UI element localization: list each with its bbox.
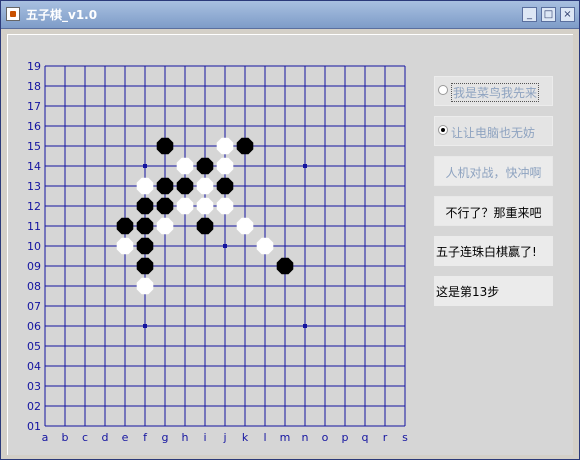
row-label: 05 xyxy=(27,340,41,353)
column-label: c xyxy=(82,431,88,444)
start-game-label: 人机对战，快冲啊 xyxy=(445,166,542,180)
window-title: 五子棋_v1.0 xyxy=(26,8,98,22)
star-point xyxy=(143,164,147,168)
white-stone xyxy=(216,137,234,155)
column-label: e xyxy=(122,431,129,444)
column-label: l xyxy=(263,431,266,444)
black-stone xyxy=(136,217,154,235)
star-point xyxy=(303,164,307,168)
row-label: 18 xyxy=(27,80,41,93)
row-label: 03 xyxy=(27,380,41,393)
black-stone xyxy=(276,257,294,275)
white-stone xyxy=(176,197,194,215)
black-stone xyxy=(136,237,154,255)
row-label: 17 xyxy=(27,100,41,113)
title-bar[interactable]: 五子棋_v1.0 _ □ × xyxy=(1,1,579,29)
column-label: r xyxy=(383,431,388,444)
radio-player-first[interactable]: 我是菜鸟我先来 xyxy=(434,76,553,106)
row-label: 12 xyxy=(27,200,41,213)
column-label: a xyxy=(42,431,49,444)
column-label: o xyxy=(322,431,329,444)
column-label: h xyxy=(182,431,189,444)
row-label: 19 xyxy=(27,60,41,73)
java-app-icon xyxy=(6,7,20,21)
row-label: 01 xyxy=(27,420,41,433)
radio-button-icon xyxy=(438,85,448,95)
white-stone xyxy=(196,197,214,215)
black-stone xyxy=(136,257,154,275)
black-stone xyxy=(156,177,174,195)
game-result-text: 五子连珠白棋赢了! xyxy=(434,236,553,266)
row-label: 07 xyxy=(27,300,41,313)
column-label: s xyxy=(402,431,408,444)
column-label: k xyxy=(242,431,249,444)
white-stone xyxy=(256,237,274,255)
radio-computer-first[interactable]: 让让电脑也无妨 xyxy=(434,116,553,146)
column-label: i xyxy=(203,431,206,444)
black-stone xyxy=(156,137,174,155)
column-label: g xyxy=(162,431,169,444)
black-stone xyxy=(136,197,154,215)
row-label: 11 xyxy=(27,220,41,233)
black-stone xyxy=(156,197,174,215)
white-stone xyxy=(136,177,154,195)
star-point xyxy=(303,324,307,328)
star-point xyxy=(143,324,147,328)
black-stone xyxy=(196,157,214,175)
radio-computer-first-label: 让让电脑也无妨 xyxy=(451,126,536,140)
radio-player-first-label: 我是菜鸟我先来 xyxy=(451,83,540,102)
white-stone xyxy=(156,217,174,235)
app-window: 五子棋_v1.0 _ □ × 19 18 17 16 15 14 13 12 11 10 09 08 0… xyxy=(0,0,580,460)
restart-label: 不行了？那重来吧 xyxy=(445,206,542,220)
gomoku-board[interactable]: 19 18 17 16 15 14 13 12 11 10 09 08 07 06 05 04 03 02 01a b… xyxy=(1,29,431,449)
white-stone xyxy=(176,157,194,175)
row-label: 13 xyxy=(27,180,41,193)
maximize-button[interactable]: □ xyxy=(541,7,556,22)
white-stone xyxy=(216,157,234,175)
row-label: 14 xyxy=(27,160,41,173)
minimize-button[interactable]: _ xyxy=(522,7,537,22)
black-stone xyxy=(196,217,214,235)
black-stone xyxy=(236,137,254,155)
white-stone xyxy=(116,237,134,255)
step-count-label: 这是第13步 xyxy=(436,285,500,299)
black-stone xyxy=(116,217,134,235)
start-game-button[interactable]: 人机对战，快冲啊 xyxy=(434,156,553,186)
row-label: 10 xyxy=(27,240,41,253)
column-label: m xyxy=(280,431,291,444)
column-label: p xyxy=(342,431,349,444)
column-label: b xyxy=(62,431,69,444)
row-label: 02 xyxy=(27,400,41,413)
black-stone xyxy=(176,177,194,195)
row-label: 15 xyxy=(27,140,41,153)
restart-button[interactable]: 不行了？那重来吧 xyxy=(434,196,553,226)
column-label: d xyxy=(102,431,109,444)
column-label: q xyxy=(362,431,369,444)
step-count-text: 这是第13步 xyxy=(434,276,553,306)
white-stone xyxy=(236,217,254,235)
star-point xyxy=(223,244,227,248)
game-result-label: 五子连珠白棋赢了! xyxy=(436,245,537,259)
column-label: n xyxy=(302,431,309,444)
column-label: j xyxy=(222,431,226,444)
black-stone xyxy=(216,177,234,195)
radio-button-checked-icon xyxy=(438,125,448,135)
white-stone xyxy=(136,277,154,295)
row-label: 04 xyxy=(27,360,41,373)
close-button[interactable]: × xyxy=(560,7,575,22)
row-label: 08 xyxy=(27,280,41,293)
row-label: 06 xyxy=(27,320,41,333)
column-label: f xyxy=(143,431,148,444)
row-label: 16 xyxy=(27,120,41,133)
white-stone xyxy=(196,177,214,195)
white-stone xyxy=(216,197,234,215)
row-label: 09 xyxy=(27,260,41,273)
